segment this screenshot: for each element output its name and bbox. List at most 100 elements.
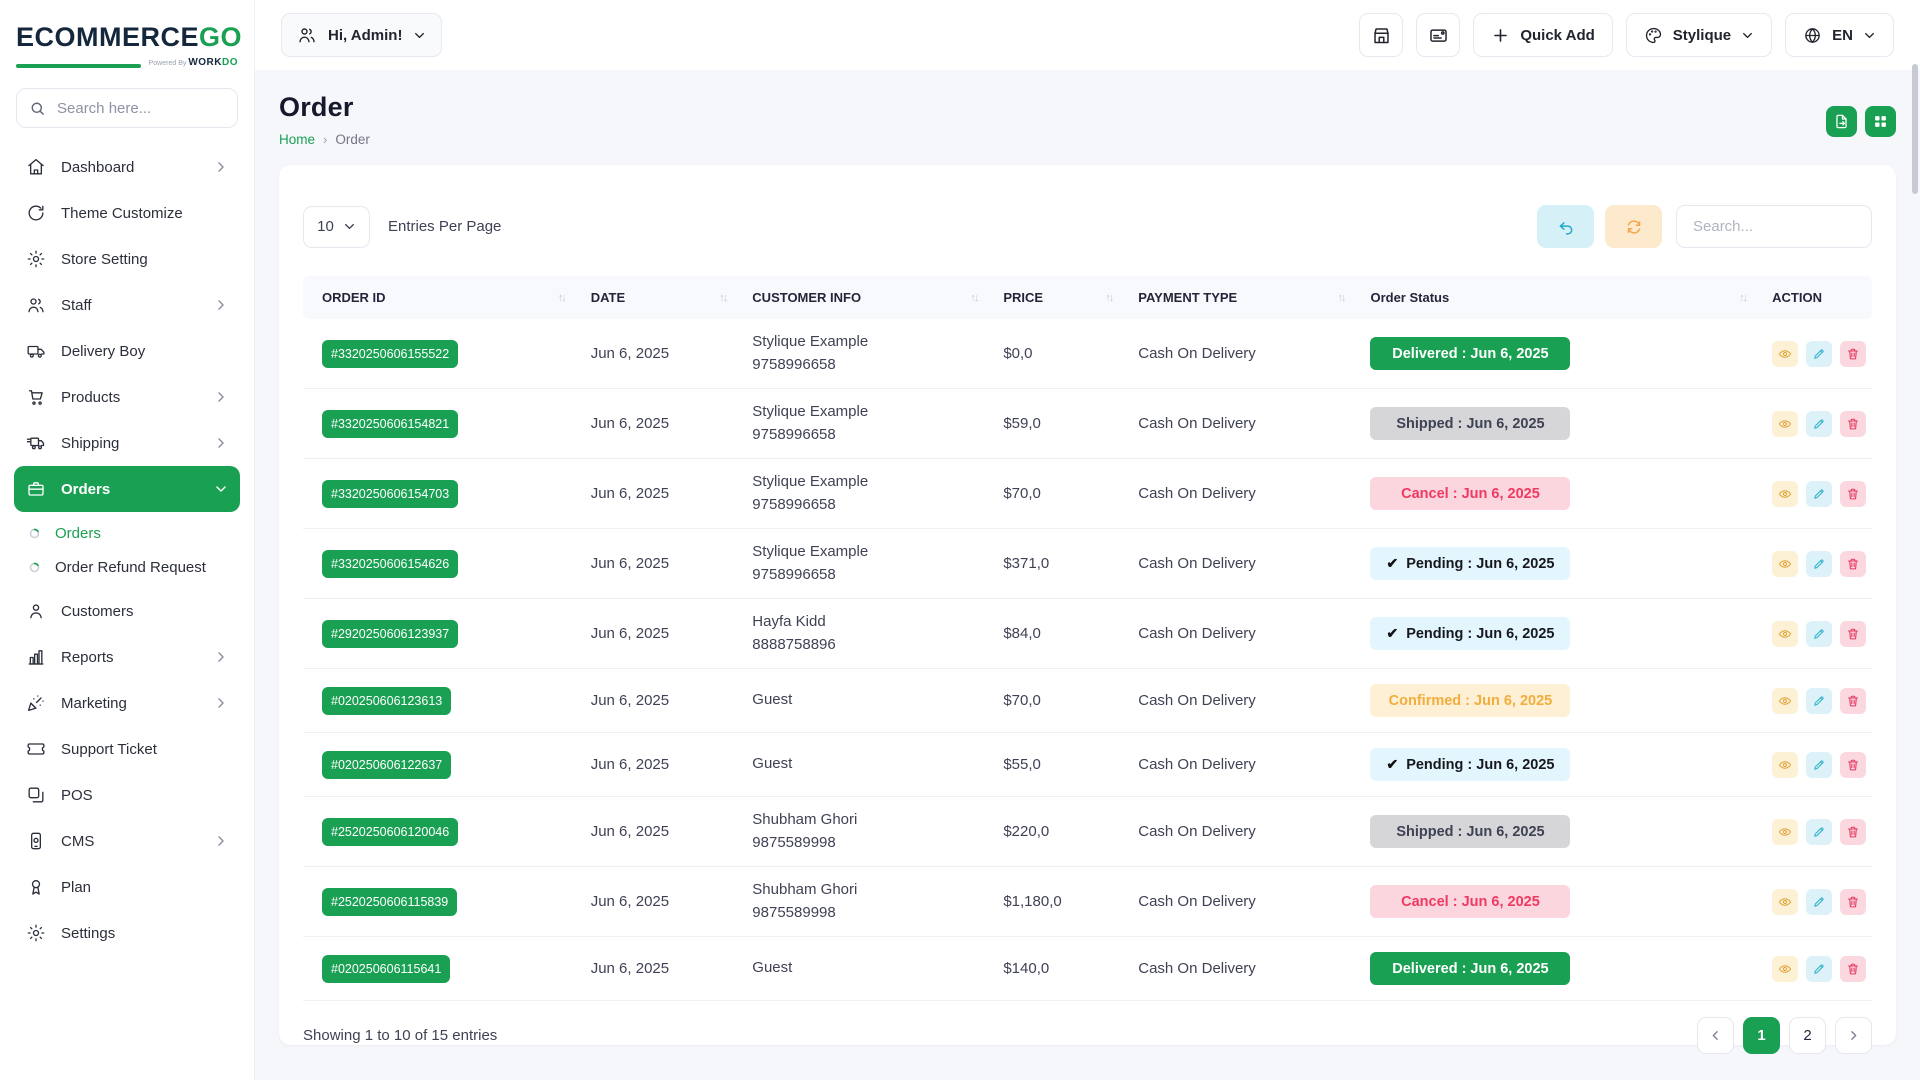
column-header-payment-type[interactable]: PAYMENT TYPE↑↓ — [1128, 276, 1360, 319]
sidebar-item-shipping[interactable]: Shipping — [14, 420, 240, 466]
order-status-badge[interactable]: Cancel : Jun 6, 2025 — [1370, 477, 1570, 510]
edit-order-button[interactable] — [1806, 411, 1832, 437]
sidebar-subitem-order-refund-request[interactable]: Order Refund Request — [14, 550, 240, 584]
order-status-badge[interactable]: Shipped : Jun 6, 2025 — [1370, 407, 1570, 440]
sidebar-item-store-setting[interactable]: Store Setting — [14, 236, 240, 282]
delete-order-button[interactable] — [1840, 889, 1866, 915]
order-id-badge[interactable]: #2920250606123937 — [322, 620, 458, 648]
view-order-button[interactable] — [1772, 688, 1798, 714]
order-id-badge[interactable]: #3320250606155522 — [322, 340, 458, 368]
sidebar-item-staff[interactable]: Staff — [14, 282, 240, 328]
pagination-prev-button[interactable] — [1697, 1017, 1734, 1054]
order-status-badge[interactable]: ✔Pending : Jun 6, 2025 — [1370, 748, 1570, 781]
order-id-badge[interactable]: #020250606123613 — [322, 687, 451, 715]
delete-order-button[interactable] — [1840, 956, 1866, 982]
edit-order-button[interactable] — [1806, 551, 1832, 577]
sort-icon[interactable]: ↑↓ — [1337, 292, 1344, 304]
view-order-button[interactable] — [1772, 621, 1798, 647]
view-order-button[interactable] — [1772, 481, 1798, 507]
sidebar-item-settings[interactable]: Settings — [14, 910, 240, 956]
order-status-badge[interactable]: ✔Pending : Jun 6, 2025 — [1370, 547, 1570, 580]
delete-order-button[interactable] — [1840, 621, 1866, 647]
delete-order-button[interactable] — [1840, 551, 1866, 577]
order-id-badge[interactable]: #3320250606154626 — [322, 550, 458, 578]
view-order-button[interactable] — [1772, 956, 1798, 982]
sidebar-item-orders[interactable]: Orders — [14, 466, 240, 512]
edit-order-button[interactable] — [1806, 956, 1832, 982]
delete-order-button[interactable] — [1840, 752, 1866, 778]
view-order-button[interactable] — [1772, 341, 1798, 367]
edit-order-button[interactable] — [1806, 688, 1832, 714]
undo-button[interactable] — [1537, 205, 1594, 248]
view-order-button[interactable] — [1772, 819, 1798, 845]
table-search[interactable] — [1676, 205, 1872, 248]
theme-selector-button[interactable]: Stylique — [1626, 13, 1772, 57]
sidebar-item-cms[interactable]: CMS — [14, 818, 240, 864]
edit-order-button[interactable] — [1806, 621, 1832, 647]
order-id-badge[interactable]: #2520250606115839 — [322, 888, 457, 916]
order-id-badge[interactable]: #2520250606120046 — [322, 818, 458, 846]
delete-order-button[interactable] — [1840, 819, 1866, 845]
edit-order-button[interactable] — [1806, 752, 1832, 778]
order-status-badge[interactable]: Shipped : Jun 6, 2025 — [1370, 815, 1570, 848]
scrollbar-thumb[interactable] — [1912, 64, 1918, 194]
order-id-badge[interactable]: #020250606122637 — [322, 751, 451, 779]
sidebar-item-delivery-boy[interactable]: Delivery Boy — [14, 328, 240, 374]
delete-order-button[interactable] — [1840, 481, 1866, 507]
export-button[interactable] — [1826, 106, 1857, 137]
view-order-button[interactable] — [1772, 889, 1798, 915]
refresh-button[interactable] — [1605, 205, 1662, 248]
pagination-page-2[interactable]: 2 — [1789, 1017, 1826, 1054]
sort-icon[interactable]: ↑↓ — [558, 292, 565, 304]
sort-icon[interactable]: ↑↓ — [970, 292, 977, 304]
order-status-badge[interactable]: Delivered : Jun 6, 2025 — [1370, 952, 1570, 985]
table-search-input[interactable] — [1691, 217, 1857, 236]
entries-per-page-select[interactable]: 10 — [303, 206, 370, 248]
storefront-button[interactable] — [1359, 13, 1403, 57]
sidebar-item-marketing[interactable]: Marketing — [14, 680, 240, 726]
sidebar-item-pos[interactable]: POS — [14, 772, 240, 818]
delete-order-button[interactable] — [1840, 341, 1866, 367]
order-status-badge[interactable]: ✔Pending : Jun 6, 2025 — [1370, 617, 1570, 650]
sort-icon[interactable]: ↑↓ — [1105, 292, 1112, 304]
language-selector-button[interactable]: EN — [1785, 13, 1894, 57]
sidebar-subitem-orders[interactable]: Orders — [14, 516, 240, 550]
admin-menu-button[interactable]: Hi, Admin! — [281, 13, 442, 57]
order-status-badge[interactable]: Cancel : Jun 6, 2025 — [1370, 885, 1570, 918]
sort-icon[interactable]: ↑↓ — [1739, 292, 1746, 304]
sidebar-item-customers[interactable]: Customers — [14, 588, 240, 634]
order-id-badge[interactable]: #3320250606154703 — [322, 480, 458, 508]
quick-add-button[interactable]: Quick Add — [1473, 13, 1612, 57]
sidebar-item-reports[interactable]: Reports — [14, 634, 240, 680]
order-id-badge[interactable]: #020250606115641 — [322, 955, 450, 983]
grid-view-button[interactable] — [1865, 106, 1896, 137]
breadcrumb-home-link[interactable]: Home — [279, 132, 315, 147]
edit-order-button[interactable] — [1806, 481, 1832, 507]
order-id-badge[interactable]: #3320250606154821 — [322, 410, 458, 438]
delete-order-button[interactable] — [1840, 411, 1866, 437]
view-order-button[interactable] — [1772, 752, 1798, 778]
brand-logo[interactable]: ECOMMERCEGO Powered By WORKDO — [0, 16, 254, 68]
order-status-badge[interactable]: Delivered : Jun 6, 2025 — [1370, 337, 1570, 370]
edit-order-button[interactable] — [1806, 341, 1832, 367]
view-order-button[interactable] — [1772, 411, 1798, 437]
view-order-button[interactable] — [1772, 551, 1798, 577]
sidebar-item-support-ticket[interactable]: Support Ticket — [14, 726, 240, 772]
column-header-order-id[interactable]: ORDER ID↑↓ — [303, 276, 581, 319]
sidebar-item-dashboard[interactable]: Dashboard — [14, 144, 240, 190]
mail-card-button[interactable] — [1416, 13, 1460, 57]
sidebar-search[interactable] — [16, 88, 238, 128]
pagination-page-1[interactable]: 1 — [1743, 1017, 1780, 1054]
column-header-price[interactable]: PRICE↑↓ — [993, 276, 1128, 319]
sidebar-item-products[interactable]: Products — [14, 374, 240, 420]
pagination-next-button[interactable] — [1835, 1017, 1872, 1054]
column-header-order-status[interactable]: Order Status↑↓ — [1360, 276, 1762, 319]
sidebar-search-input[interactable] — [55, 99, 225, 118]
delete-order-button[interactable] — [1840, 688, 1866, 714]
column-header-date[interactable]: DATE↑↓ — [581, 276, 743, 319]
edit-order-button[interactable] — [1806, 819, 1832, 845]
column-header-customer-info[interactable]: CUSTOMER INFO↑↓ — [742, 276, 993, 319]
edit-order-button[interactable] — [1806, 889, 1832, 915]
sidebar-item-theme-customize[interactable]: Theme Customize — [14, 190, 240, 236]
sort-icon[interactable]: ↑↓ — [719, 292, 726, 304]
